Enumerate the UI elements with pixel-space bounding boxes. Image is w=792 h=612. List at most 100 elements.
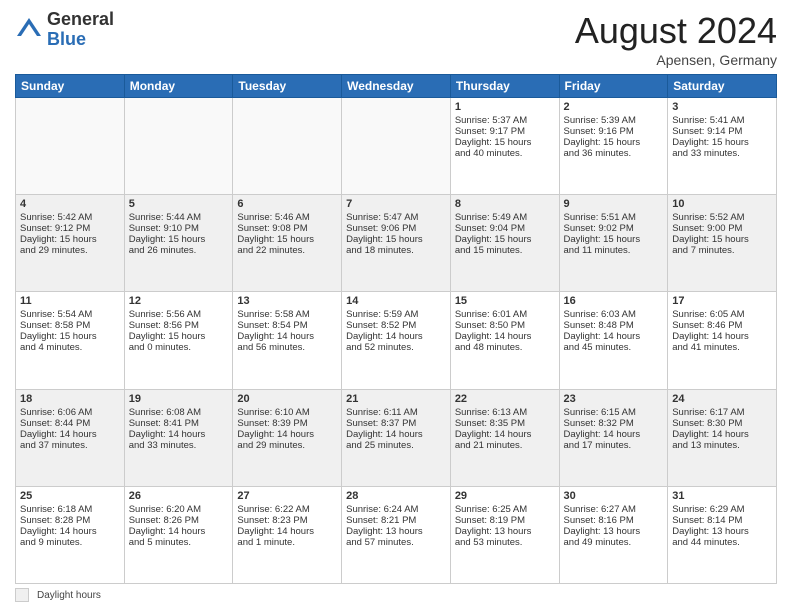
day-info: Sunrise: 6:20 AM — [129, 504, 229, 515]
day-info: Sunrise: 6:17 AM — [672, 407, 772, 418]
day-number: 9 — [564, 198, 664, 210]
calendar-cell: 26Sunrise: 6:20 AMSunset: 8:26 PMDayligh… — [124, 486, 233, 583]
calendar-week-row: 4Sunrise: 5:42 AMSunset: 9:12 PMDaylight… — [16, 195, 777, 292]
day-info: Sunset: 9:10 PM — [129, 223, 229, 234]
day-number: 21 — [346, 393, 446, 405]
day-info: and 25 minutes. — [346, 440, 446, 451]
calendar-weekday-header: Friday — [559, 75, 668, 98]
day-number: 3 — [672, 101, 772, 113]
day-info: Sunrise: 6:10 AM — [237, 407, 337, 418]
day-info: Sunset: 8:41 PM — [129, 418, 229, 429]
calendar-cell: 28Sunrise: 6:24 AMSunset: 8:21 PMDayligh… — [342, 486, 451, 583]
day-info: Sunset: 8:50 PM — [455, 320, 555, 331]
day-info: Sunset: 8:54 PM — [237, 320, 337, 331]
day-info: Sunrise: 6:29 AM — [672, 504, 772, 515]
day-info: Sunset: 8:46 PM — [672, 320, 772, 331]
day-info: Daylight: 14 hours — [672, 331, 772, 342]
day-info: Sunrise: 5:52 AM — [672, 212, 772, 223]
day-number: 15 — [455, 295, 555, 307]
day-number: 19 — [129, 393, 229, 405]
day-info: Daylight: 14 hours — [564, 331, 664, 342]
day-info: and 49 minutes. — [564, 537, 664, 548]
day-info: Daylight: 14 hours — [237, 526, 337, 537]
day-info: Daylight: 15 hours — [455, 234, 555, 245]
calendar-cell: 21Sunrise: 6:11 AMSunset: 8:37 PMDayligh… — [342, 389, 451, 486]
logo-general: General — [47, 10, 114, 30]
day-info: Sunrise: 5:44 AM — [129, 212, 229, 223]
day-info: Daylight: 15 hours — [564, 234, 664, 245]
day-info: Daylight: 15 hours — [346, 234, 446, 245]
title-block: August 2024 Apensen, Germany — [575, 10, 777, 68]
day-info: Daylight: 14 hours — [237, 429, 337, 440]
calendar-cell: 24Sunrise: 6:17 AMSunset: 8:30 PMDayligh… — [668, 389, 777, 486]
day-info: Daylight: 14 hours — [564, 429, 664, 440]
day-info: Sunset: 8:14 PM — [672, 515, 772, 526]
day-info: Sunrise: 5:42 AM — [20, 212, 120, 223]
day-info: Daylight: 14 hours — [346, 429, 446, 440]
day-info: and 37 minutes. — [20, 440, 120, 451]
day-number: 12 — [129, 295, 229, 307]
calendar-cell: 10Sunrise: 5:52 AMSunset: 9:00 PMDayligh… — [668, 195, 777, 292]
day-info: and 7 minutes. — [672, 245, 772, 256]
day-info: Sunset: 8:19 PM — [455, 515, 555, 526]
day-info: Sunset: 9:04 PM — [455, 223, 555, 234]
day-number: 16 — [564, 295, 664, 307]
day-info: and 26 minutes. — [129, 245, 229, 256]
calendar-cell: 6Sunrise: 5:46 AMSunset: 9:08 PMDaylight… — [233, 195, 342, 292]
day-info: Daylight: 13 hours — [672, 526, 772, 537]
day-info: Daylight: 15 hours — [129, 234, 229, 245]
day-info: and 5 minutes. — [129, 537, 229, 548]
day-info: Sunrise: 6:27 AM — [564, 504, 664, 515]
calendar-cell: 13Sunrise: 5:58 AMSunset: 8:54 PMDayligh… — [233, 292, 342, 389]
calendar-weekday-header: Tuesday — [233, 75, 342, 98]
day-info: and 52 minutes. — [346, 342, 446, 353]
calendar-cell: 18Sunrise: 6:06 AMSunset: 8:44 PMDayligh… — [16, 389, 125, 486]
day-info: and 4 minutes. — [20, 342, 120, 353]
calendar-cell: 14Sunrise: 5:59 AMSunset: 8:52 PMDayligh… — [342, 292, 451, 389]
day-info: and 36 minutes. — [564, 148, 664, 159]
day-info: and 18 minutes. — [346, 245, 446, 256]
day-info: Sunrise: 5:46 AM — [237, 212, 337, 223]
calendar-cell — [342, 98, 451, 195]
day-info: Sunset: 8:52 PM — [346, 320, 446, 331]
day-number: 10 — [672, 198, 772, 210]
calendar-cell: 27Sunrise: 6:22 AMSunset: 8:23 PMDayligh… — [233, 486, 342, 583]
day-info: Sunrise: 6:24 AM — [346, 504, 446, 515]
day-info: Sunrise: 6:18 AM — [20, 504, 120, 515]
calendar-cell — [124, 98, 233, 195]
day-number: 29 — [455, 490, 555, 502]
day-info: and 1 minute. — [237, 537, 337, 548]
day-info: Sunset: 9:06 PM — [346, 223, 446, 234]
calendar-cell: 20Sunrise: 6:10 AMSunset: 8:39 PMDayligh… — [233, 389, 342, 486]
day-info: Daylight: 15 hours — [455, 137, 555, 148]
day-info: Sunrise: 6:15 AM — [564, 407, 664, 418]
calendar-cell: 1Sunrise: 5:37 AMSunset: 9:17 PMDaylight… — [450, 98, 559, 195]
day-info: Sunset: 8:44 PM — [20, 418, 120, 429]
day-number: 6 — [237, 198, 337, 210]
day-info: Sunset: 9:08 PM — [237, 223, 337, 234]
day-info: Sunset: 8:30 PM — [672, 418, 772, 429]
day-info: and 41 minutes. — [672, 342, 772, 353]
day-info: Sunset: 8:56 PM — [129, 320, 229, 331]
day-info: Sunset: 8:26 PM — [129, 515, 229, 526]
day-info: and 0 minutes. — [129, 342, 229, 353]
day-info: and 44 minutes. — [672, 537, 772, 548]
day-info: Sunrise: 5:56 AM — [129, 309, 229, 320]
day-number: 28 — [346, 490, 446, 502]
calendar-cell: 12Sunrise: 5:56 AMSunset: 8:56 PMDayligh… — [124, 292, 233, 389]
daylight-hours-legend-box — [15, 588, 29, 602]
calendar-cell: 17Sunrise: 6:05 AMSunset: 8:46 PMDayligh… — [668, 292, 777, 389]
day-info: Sunrise: 6:08 AM — [129, 407, 229, 418]
day-info: Sunset: 9:02 PM — [564, 223, 664, 234]
day-number: 22 — [455, 393, 555, 405]
day-info: Daylight: 14 hours — [129, 526, 229, 537]
calendar-cell — [233, 98, 342, 195]
calendar-weekday-header: Wednesday — [342, 75, 451, 98]
calendar-cell: 2Sunrise: 5:39 AMSunset: 9:16 PMDaylight… — [559, 98, 668, 195]
calendar-cell: 16Sunrise: 6:03 AMSunset: 8:48 PMDayligh… — [559, 292, 668, 389]
day-info: Daylight: 15 hours — [672, 234, 772, 245]
day-info: and 33 minutes. — [672, 148, 772, 159]
logo-blue: Blue — [47, 30, 114, 50]
day-info: and 48 minutes. — [455, 342, 555, 353]
calendar-cell: 7Sunrise: 5:47 AMSunset: 9:06 PMDaylight… — [342, 195, 451, 292]
